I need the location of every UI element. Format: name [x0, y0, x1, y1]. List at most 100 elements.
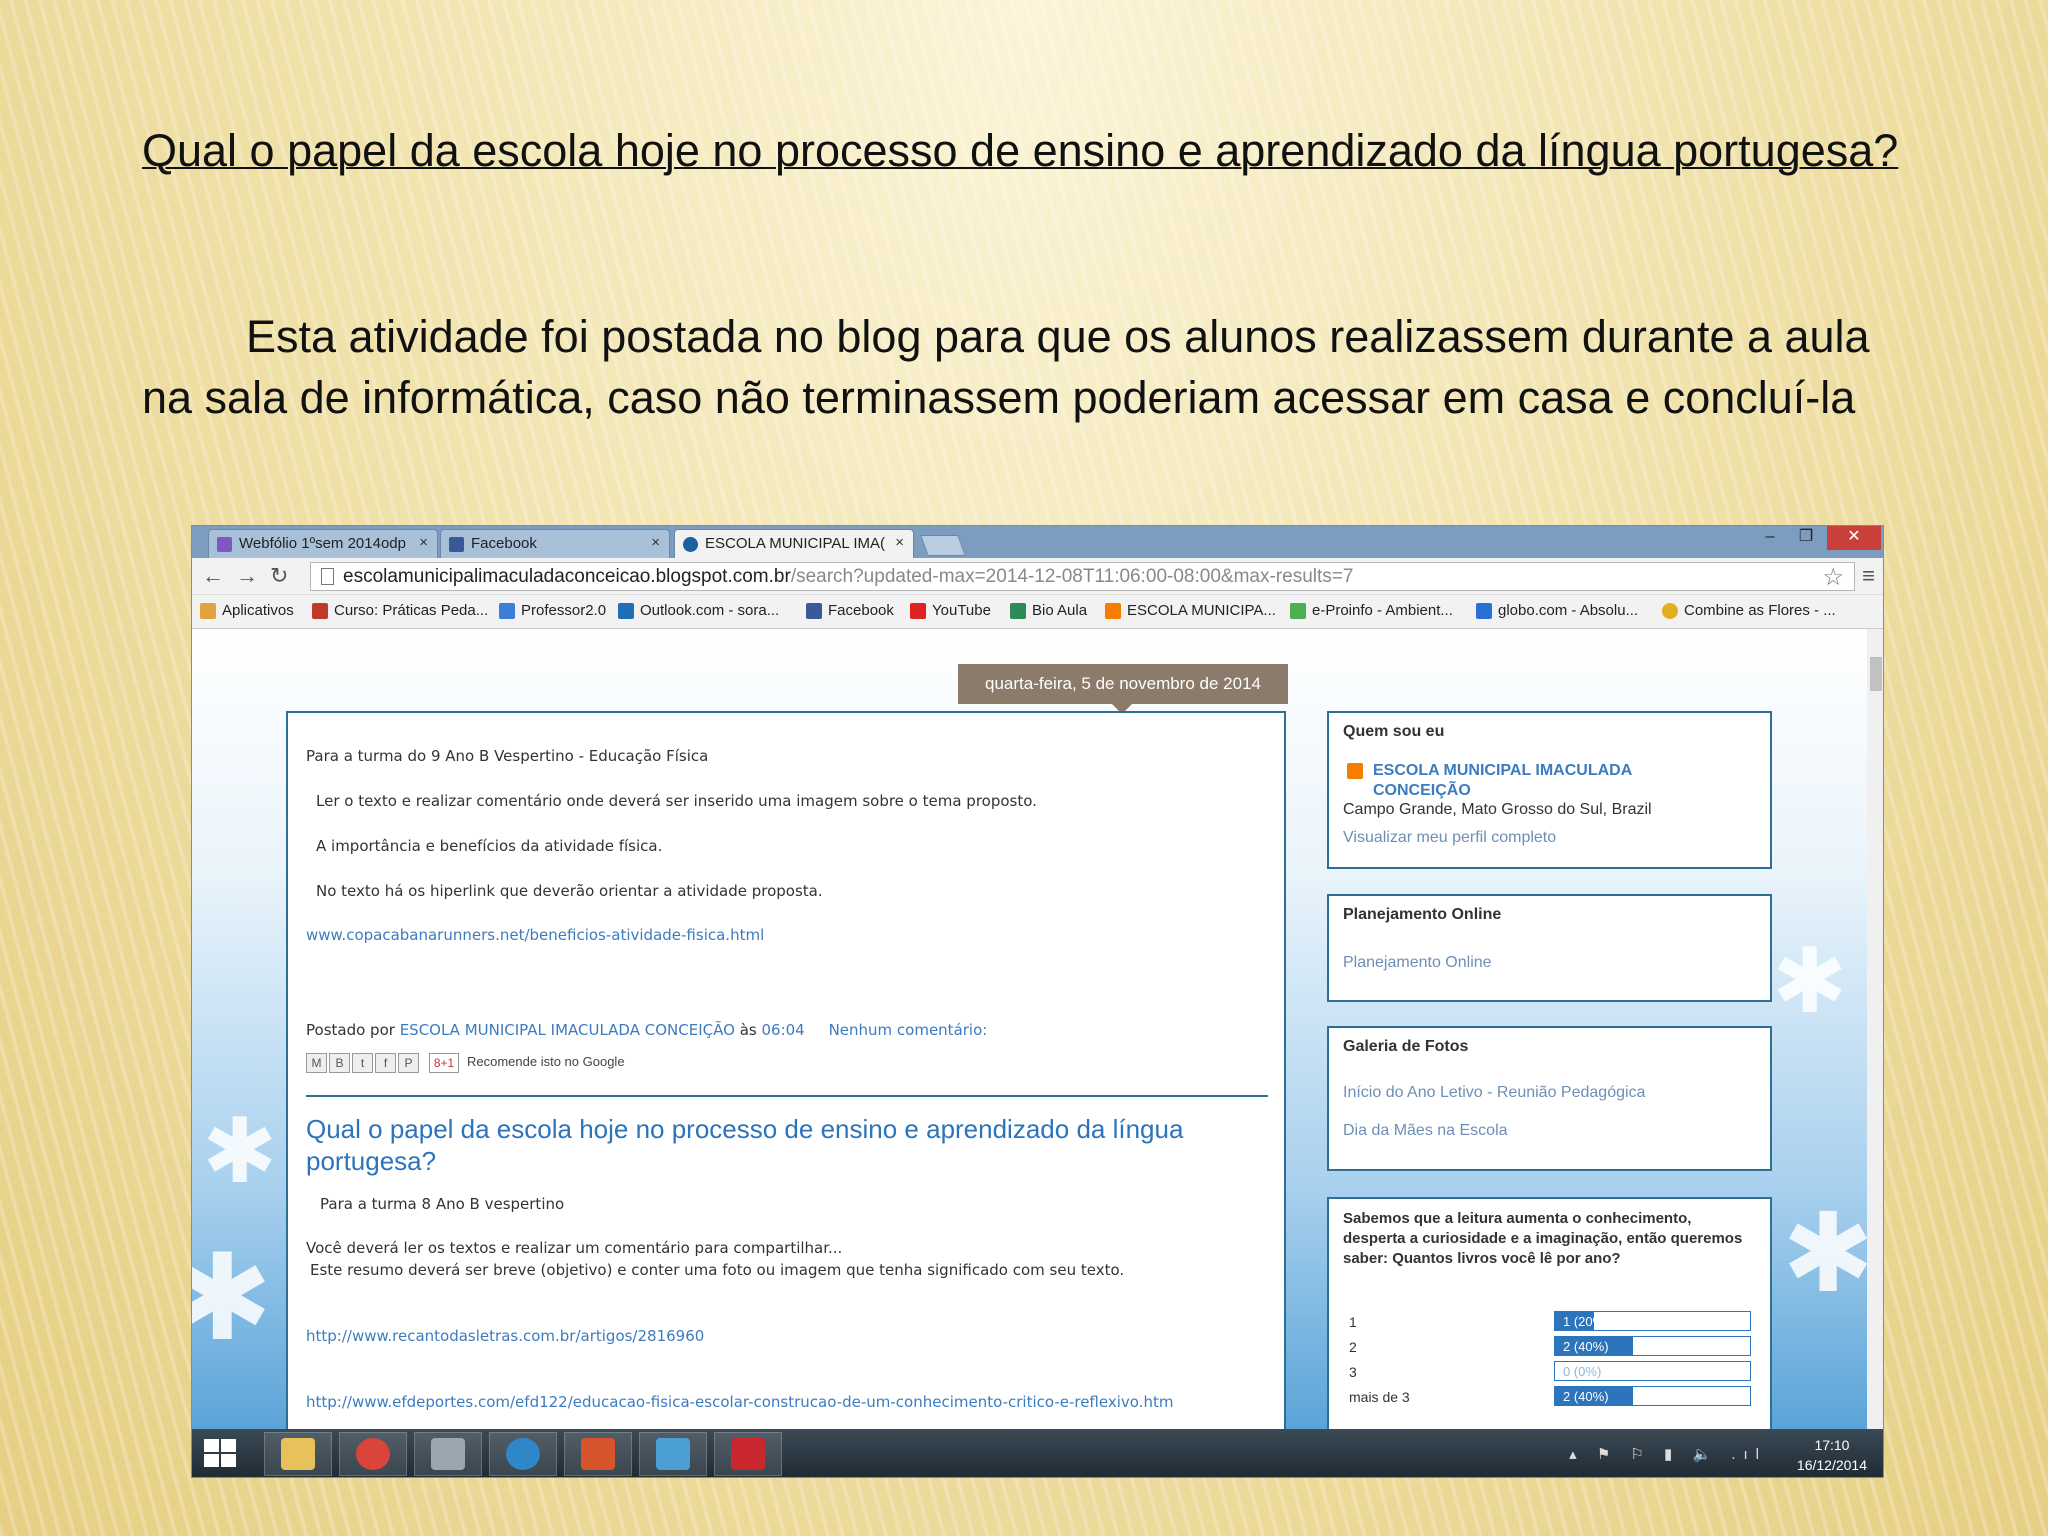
blog-share-icon[interactable]: B: [329, 1053, 350, 1073]
clock-date: 16/12/2014: [1796, 1457, 1867, 1473]
presentation-icon[interactable]: [564, 1432, 632, 1476]
slide-body-text: Esta atividade foi postada no blog para …: [142, 311, 1870, 423]
post-separator: [306, 1095, 1268, 1097]
windows-taskbar: ▴ ⚑ ⚐ ▮ 🔈 .ıl 17:10 16/12/2014: [192, 1429, 1883, 1477]
bookmark-item[interactable]: ESCOLA MUNICIPA...: [1105, 602, 1276, 619]
scrollbar-thumb[interactable]: [1870, 657, 1882, 691]
close-window-button[interactable]: ✕: [1827, 526, 1881, 550]
bookmarks-bar: Aplicativos Curso: Práticas Peda... Prof…: [192, 595, 1883, 629]
blogger-icon: [1105, 603, 1121, 619]
planning-link[interactable]: Planejamento Online: [1343, 954, 1492, 972]
calculator-icon[interactable]: [414, 1432, 482, 1476]
post-text: Este resumo deverá ser breve (objetivo) …: [310, 1261, 1125, 1279]
snowflake-decoration: ✱: [202, 1102, 278, 1202]
gallery-link[interactable]: Início do Ano Letivo - Reunião Pedagógic…: [1343, 1084, 1645, 1102]
address-bar[interactable]: escolamunicipalimaculadaconceicao.blogsp…: [310, 562, 1855, 591]
comments-link[interactable]: Nenhum comentário:: [829, 1021, 988, 1039]
windows-start-icon[interactable]: [204, 1439, 238, 1469]
post-title[interactable]: Qual o papel da escola hoje no processo …: [306, 1113, 1256, 1177]
post-column: Para a turma do 9 Ano B Vespertino - Edu…: [286, 711, 1286, 1429]
post-footer: Postado por ESCOLA MUNICIPAL IMACULADA C…: [306, 1021, 988, 1039]
post-text: Você deverá ler os textos e realizar um …: [306, 1239, 843, 1257]
post-text: Ler o texto e realizar comentário onde d…: [316, 792, 1037, 810]
gplus-button[interactable]: 8+1: [429, 1053, 459, 1073]
bookmark-item[interactable]: Professor2.0: [499, 602, 606, 619]
close-tab-icon[interactable]: ×: [651, 534, 660, 551]
blog-tab-icon: [683, 537, 698, 552]
bookmark-item[interactable]: Aplicativos: [200, 602, 294, 619]
share-buttons: M B t f P 8+1 Recomende isto no Google: [306, 1053, 625, 1073]
blogger-profile-icon: [1347, 763, 1363, 779]
snowflake-decoration: ✱: [1772, 932, 1848, 1032]
close-tab-icon[interactable]: ×: [419, 534, 428, 551]
forward-arrow-icon[interactable]: →: [236, 563, 258, 589]
bookmark-item[interactable]: Curso: Práticas Peda...: [312, 602, 488, 619]
facebook-share-icon[interactable]: f: [375, 1053, 396, 1073]
widget-title: Quem sou eu: [1343, 723, 1445, 740]
date-header: quarta-feira, 5 de novembro de 2014: [958, 664, 1288, 704]
poll-option-label: 1: [1349, 1314, 1357, 1330]
url-host: escolamunicipalimaculadaconceicao.blogsp…: [343, 566, 791, 587]
email-share-icon[interactable]: M: [306, 1053, 327, 1073]
bookmark-item[interactable]: Bio Aula: [1010, 602, 1087, 619]
tab-bar: Webfólio 1ºsem 2014odp × Facebook × ESCO…: [192, 526, 1883, 558]
taskbar-clock[interactable]: 17:10 16/12/2014: [1797, 1435, 1867, 1475]
facebook-tab-icon: [449, 537, 464, 552]
bookmark-star-icon[interactable]: ☆: [1822, 563, 1844, 590]
photo-icon[interactable]: [639, 1432, 707, 1476]
bookmark-item[interactable]: Combine as Flores - ...: [1662, 602, 1836, 619]
bookmark-item[interactable]: e-Proinfo - Ambient...: [1290, 602, 1453, 619]
post-link[interactable]: http://www.efdeportes.com/efd122/educaca…: [306, 1393, 1173, 1411]
post-text: A importância e benefícios da atividade …: [316, 837, 663, 855]
page-scrollbar[interactable]: [1867, 629, 1883, 1429]
tab-label: Facebook: [471, 535, 537, 552]
url-path: /search?updated-max=2014-12-08T11:06:00-…: [790, 566, 1354, 587]
post-text: Para a turma do 9 Ano B Vespertino - Edu…: [306, 747, 709, 765]
file-explorer-icon[interactable]: [264, 1432, 332, 1476]
tab-facebook[interactable]: Facebook ×: [440, 529, 670, 558]
tab-label: Webfólio 1ºsem 2014odp: [239, 535, 406, 552]
bookmark-item[interactable]: globo.com - Absolu...: [1476, 602, 1638, 619]
restore-button[interactable]: ❐: [1791, 526, 1821, 550]
chrome-icon[interactable]: [339, 1432, 407, 1476]
profile-link[interactable]: Visualizar meu perfil completo: [1343, 829, 1556, 847]
twitter-share-icon[interactable]: t: [352, 1053, 373, 1073]
back-arrow-icon[interactable]: ←: [202, 563, 224, 589]
poll-result-bar: 2 (40%): [1554, 1386, 1751, 1406]
new-tab-button[interactable]: [920, 535, 966, 556]
bookmark-icon: [1010, 603, 1026, 619]
poll-result-bar: 0 (0%): [1554, 1361, 1751, 1381]
bookmark-item[interactable]: Facebook: [806, 602, 894, 619]
bookmark-item[interactable]: YouTube: [910, 602, 991, 619]
pinterest-share-icon[interactable]: P: [398, 1053, 419, 1073]
bookmark-icon: [312, 603, 328, 619]
menu-icon[interactable]: ≡: [1862, 563, 1875, 589]
close-tab-icon[interactable]: ×: [895, 534, 904, 551]
post-link[interactable]: http://www.recantodasletras.com.br/artig…: [306, 1327, 704, 1345]
post-link[interactable]: www.copacabanarunners.net/beneficios-ati…: [306, 926, 764, 944]
poll-result-bar: 2 (40%): [1554, 1336, 1751, 1356]
system-tray-icons[interactable]: ▴ ⚑ ⚐ ▮ 🔈 .ıl: [1569, 1445, 1767, 1463]
gallery-widget: Galeria de Fotos Início do Ano Letivo - …: [1327, 1026, 1772, 1171]
bookmark-icon: [499, 603, 515, 619]
blog-page: ✱ ✱ ✱ ✱ quarta-feira, 5 de novembro de 2…: [192, 629, 1883, 1429]
tab-webfolio[interactable]: Webfólio 1ºsem 2014odp ×: [208, 529, 438, 558]
poll-option-label: 2: [1349, 1339, 1357, 1355]
reader-icon[interactable]: [714, 1432, 782, 1476]
poll-option-label: 3: [1349, 1364, 1357, 1380]
profile-name-link[interactable]: ESCOLA MUNICIPAL IMACULADA CONCEIÇÃO: [1373, 761, 1693, 801]
poll-widget: Sabemos que a leitura aumenta o conhecim…: [1327, 1197, 1772, 1429]
post-text: No texto há os hiperlink que deverão ori…: [316, 882, 823, 900]
post-time-link[interactable]: 06:04: [761, 1021, 804, 1039]
gallery-link[interactable]: Dia da Mães na Escola: [1343, 1122, 1508, 1140]
bookmark-item[interactable]: Outlook.com - sora...: [618, 602, 779, 619]
tab-escola[interactable]: ESCOLA MUNICIPAL IMA( ×: [674, 529, 914, 558]
poll-question: Sabemos que a leitura aumenta o conhecim…: [1343, 1210, 1743, 1267]
browser-globe-icon[interactable]: [489, 1432, 557, 1476]
reload-icon[interactable]: ↻: [270, 563, 288, 589]
minimize-button[interactable]: –: [1755, 526, 1785, 550]
bookmark-icon: [1290, 603, 1306, 619]
widget-title: Galeria de Fotos: [1343, 1038, 1469, 1055]
author-link[interactable]: ESCOLA MUNICIPAL IMACULADA CONCEIÇÃO: [400, 1021, 735, 1039]
tab-label: ESCOLA MUNICIPAL IMA(: [705, 535, 886, 552]
